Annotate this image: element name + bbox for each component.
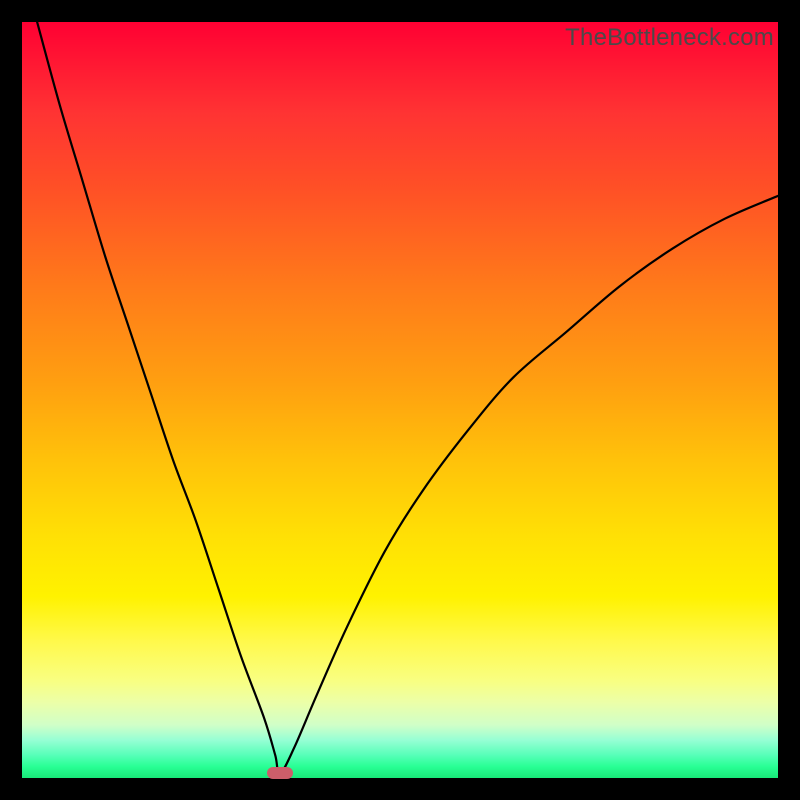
curve-path	[37, 22, 778, 774]
chart-frame: TheBottleneck.com	[22, 22, 778, 778]
watermark-text: TheBottleneck.com	[565, 24, 774, 52]
optimal-marker	[267, 767, 293, 779]
bottleneck-curve	[22, 22, 778, 778]
